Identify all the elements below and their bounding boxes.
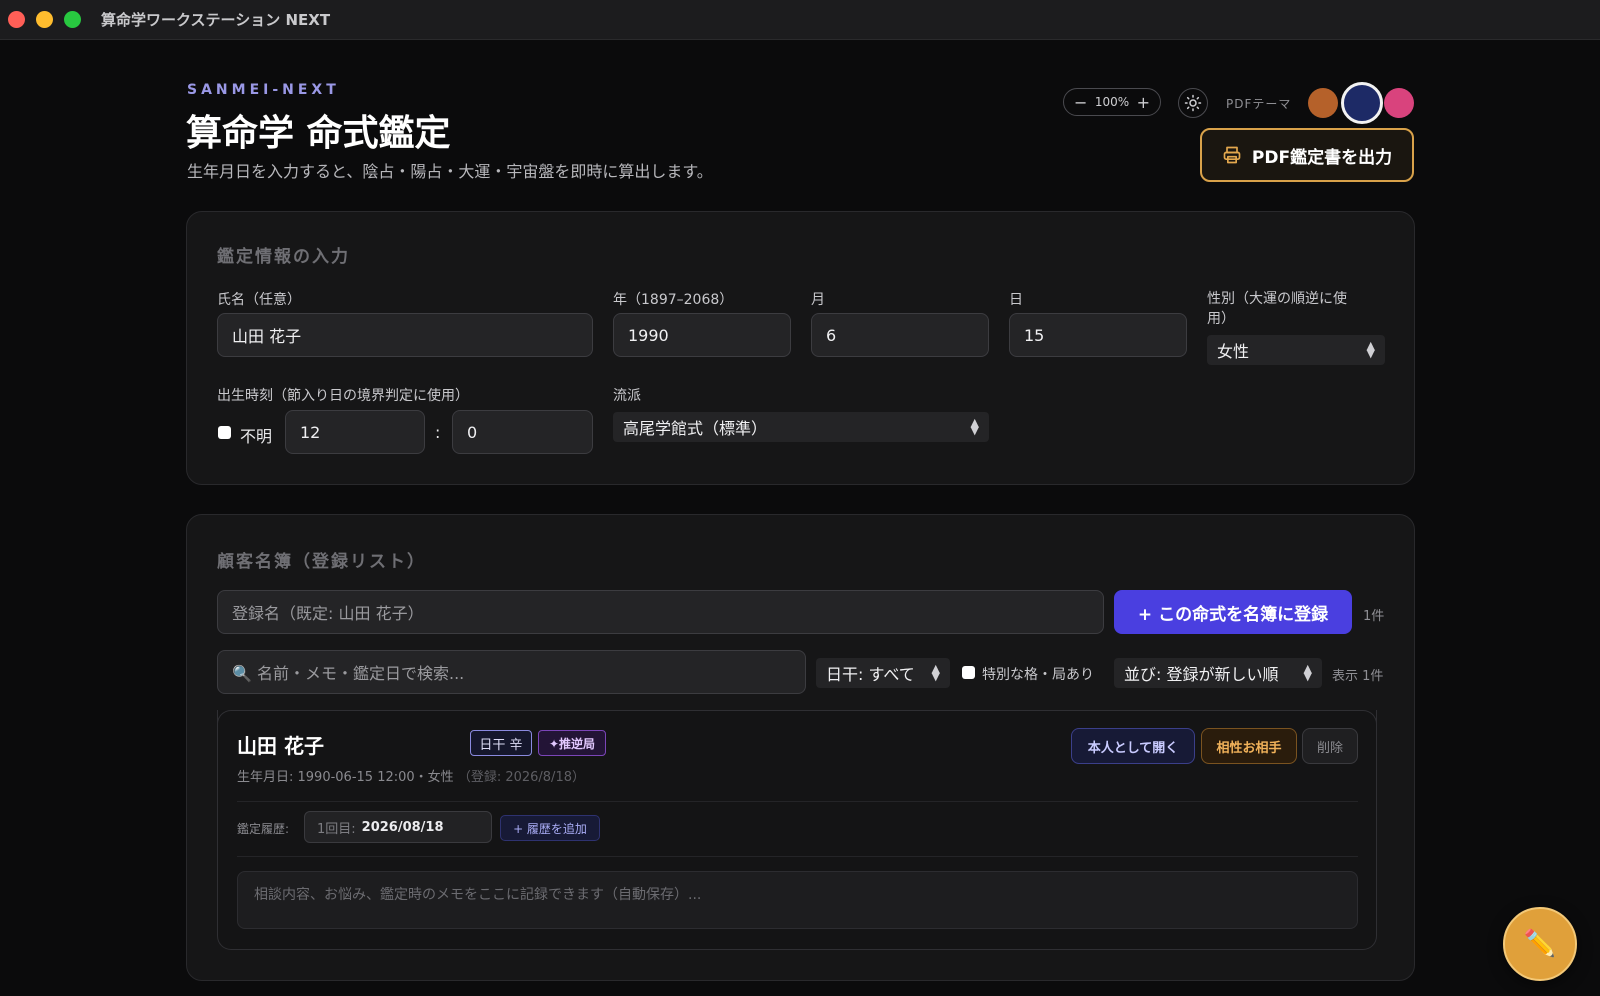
- page-subtitle: 生年月日を入力すると、陰占・陽占・大運・宇宙盤を即時に算出します。: [187, 162, 713, 181]
- special-pattern-badge: ✦推逆局: [538, 730, 606, 756]
- zoom-out-button[interactable]: −: [1074, 93, 1087, 112]
- pdf-theme-swatch-orange[interactable]: [1308, 88, 1338, 118]
- day-input[interactable]: 15: [1009, 313, 1187, 357]
- client-name: 山田 花子: [237, 734, 324, 758]
- zoom-in-button[interactable]: +: [1137, 93, 1150, 112]
- client-divider: [237, 856, 1358, 857]
- name-input[interactable]: 山田 花子: [217, 313, 593, 357]
- history-entry-number: 1回目:: [317, 821, 356, 837]
- time-unknown-label: 不明: [240, 427, 273, 446]
- school-select-value: 高尾学館式（標準）: [623, 419, 768, 438]
- special-pattern-label: 特別な格・局あり: [982, 667, 1094, 683]
- sort-select[interactable]: 並び: 登録が新しい順 ▲ ▼: [1114, 658, 1322, 688]
- select-arrows-icon: ▲ ▼: [931, 662, 940, 683]
- minimize-window-button[interactable]: [36, 11, 53, 28]
- month-label: 月: [811, 292, 825, 308]
- hour-input[interactable]: 12: [285, 410, 425, 454]
- minute-input[interactable]: 0: [452, 410, 593, 454]
- client-list-title: 顧客名簿（登録リスト）: [217, 552, 426, 572]
- school-select[interactable]: 高尾学館式（標準） ▲ ▼: [613, 412, 989, 442]
- gender-label: 性別（大運の順逆に使用）: [1207, 291, 1347, 327]
- client-memo-textarea[interactable]: 相談内容、お悩み、鑑定時のメモをここに記録できます（自動保存）...: [237, 871, 1358, 929]
- close-window-button[interactable]: [8, 11, 25, 28]
- window-titlebar: 算命学ワークステーション NEXT: [0, 0, 1600, 40]
- pdf-theme-swatch-pink[interactable]: [1384, 88, 1414, 118]
- time-separator: :: [435, 423, 441, 442]
- add-history-button[interactable]: + 履歴を追加: [500, 815, 600, 841]
- birth-time-label: 出生時刻（節入り日の境界判定に使用）: [217, 388, 469, 404]
- window-title: 算命学ワークステーション NEXT: [101, 11, 331, 29]
- traffic-lights: [8, 11, 81, 28]
- zoom-value: 100%: [1094, 95, 1130, 109]
- gender-select-value: 女性: [1217, 342, 1250, 361]
- input-form-title: 鑑定情報の入力: [217, 247, 350, 267]
- compatibility-partner-button[interactable]: 相性お相手: [1201, 728, 1297, 764]
- edit-fab-button[interactable]: ✏️: [1503, 907, 1577, 981]
- shown-count: 表示 1件: [1332, 669, 1384, 684]
- open-as-self-button[interactable]: 本人として開く: [1071, 728, 1195, 764]
- page-title: 算命学 命式鑑定: [186, 112, 451, 154]
- special-pattern-checkbox[interactable]: [962, 666, 975, 679]
- total-count: 1件: [1363, 609, 1385, 624]
- month-input[interactable]: 6: [811, 313, 989, 357]
- school-label: 流派: [613, 388, 641, 404]
- search-input[interactable]: 🔍 名前・メモ・鑑定日で検索...: [217, 650, 806, 694]
- pencil-icon: ✏️: [1523, 929, 1557, 959]
- day-label: 日: [1009, 292, 1023, 308]
- history-entry-date: 2026/08/18: [361, 819, 444, 835]
- zoom-control: − 100% +: [1063, 88, 1161, 116]
- gender-select[interactable]: 女性 ▲ ▼: [1207, 335, 1385, 365]
- register-client-button[interactable]: + この命式を名簿に登録: [1114, 590, 1352, 634]
- client-birth-info: 生年月日: 1990-06-15 12:00・女性: [237, 770, 454, 785]
- name-label: 氏名（任意）: [217, 292, 301, 308]
- select-arrows-icon: ▲ ▼: [1366, 339, 1375, 360]
- export-pdf-label: PDF鑑定書を出力: [1251, 147, 1393, 168]
- sun-icon: [1184, 94, 1202, 112]
- time-unknown-checkbox[interactable]: [218, 426, 231, 439]
- history-entry[interactable]: 1回目: 2026/08/18: [304, 811, 492, 843]
- sort-select-value: 並び: 登録が新しい順: [1124, 665, 1279, 684]
- maximize-window-button[interactable]: [64, 11, 81, 28]
- pdf-theme-swatch-navy[interactable]: [1341, 82, 1383, 124]
- client-item-top-border: [217, 710, 1377, 724]
- day-stem-filter-select[interactable]: 日干: すべて ▲ ▼: [816, 658, 950, 688]
- select-arrows-icon: ▲ ▼: [1303, 662, 1312, 683]
- year-label: 年（1897–2068）: [613, 292, 734, 308]
- select-arrows-icon: ▲ ▼: [970, 416, 979, 437]
- day-stem-badge: 日干 辛: [470, 730, 532, 756]
- theme-toggle-button[interactable]: [1178, 88, 1208, 118]
- client-meta: 生年月日: 1990-06-15 12:00・女性 （登録: 2026/8/18…: [237, 766, 585, 785]
- day-stem-filter-value: 日干: すべて: [826, 665, 915, 684]
- client-divider: [237, 801, 1358, 802]
- export-pdf-button[interactable]: PDF鑑定書を出力: [1200, 128, 1414, 182]
- printer-icon: [1223, 146, 1241, 164]
- pdf-theme-label: PDFテーマ: [1226, 97, 1292, 111]
- delete-client-button[interactable]: 削除: [1302, 728, 1358, 764]
- year-input[interactable]: 1990: [613, 313, 791, 357]
- client-registered-date: （登録: 2026/8/18）: [457, 770, 585, 785]
- history-label: 鑑定履歴:: [237, 822, 290, 836]
- brand-label: SANMEI-NEXT: [187, 82, 340, 98]
- register-name-input[interactable]: 登録名（既定: 山田 花子）: [217, 590, 1104, 634]
